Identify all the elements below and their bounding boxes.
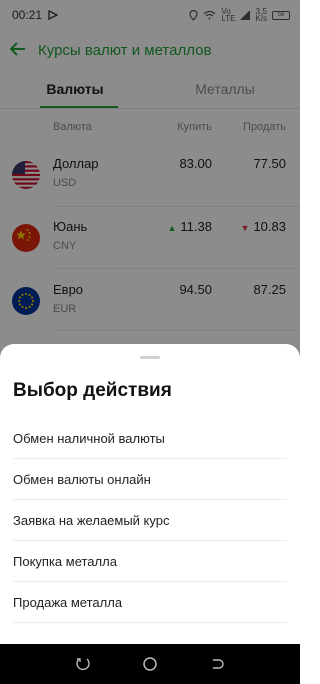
home-icon[interactable]: [135, 649, 165, 679]
action-online-exchange[interactable]: Обмен валюты онлайн: [13, 459, 287, 500]
sheet-drag-handle[interactable]: [140, 356, 160, 359]
action-sell-metal[interactable]: Продажа металла: [13, 582, 287, 623]
system-nav-bar: [0, 644, 300, 684]
recent-apps-icon[interactable]: [68, 649, 98, 679]
sheet-title: Выбор действия: [13, 380, 172, 401]
action-cash-exchange[interactable]: Обмен наличной валюты: [13, 418, 287, 459]
action-bottom-sheet: Выбор действия Обмен наличной валюты Обм…: [0, 344, 300, 644]
action-desired-rate-request[interactable]: Заявка на желаемый курс: [13, 500, 287, 541]
action-buy-metal[interactable]: Покупка металла: [13, 541, 287, 582]
back-nav-icon[interactable]: [202, 649, 232, 679]
